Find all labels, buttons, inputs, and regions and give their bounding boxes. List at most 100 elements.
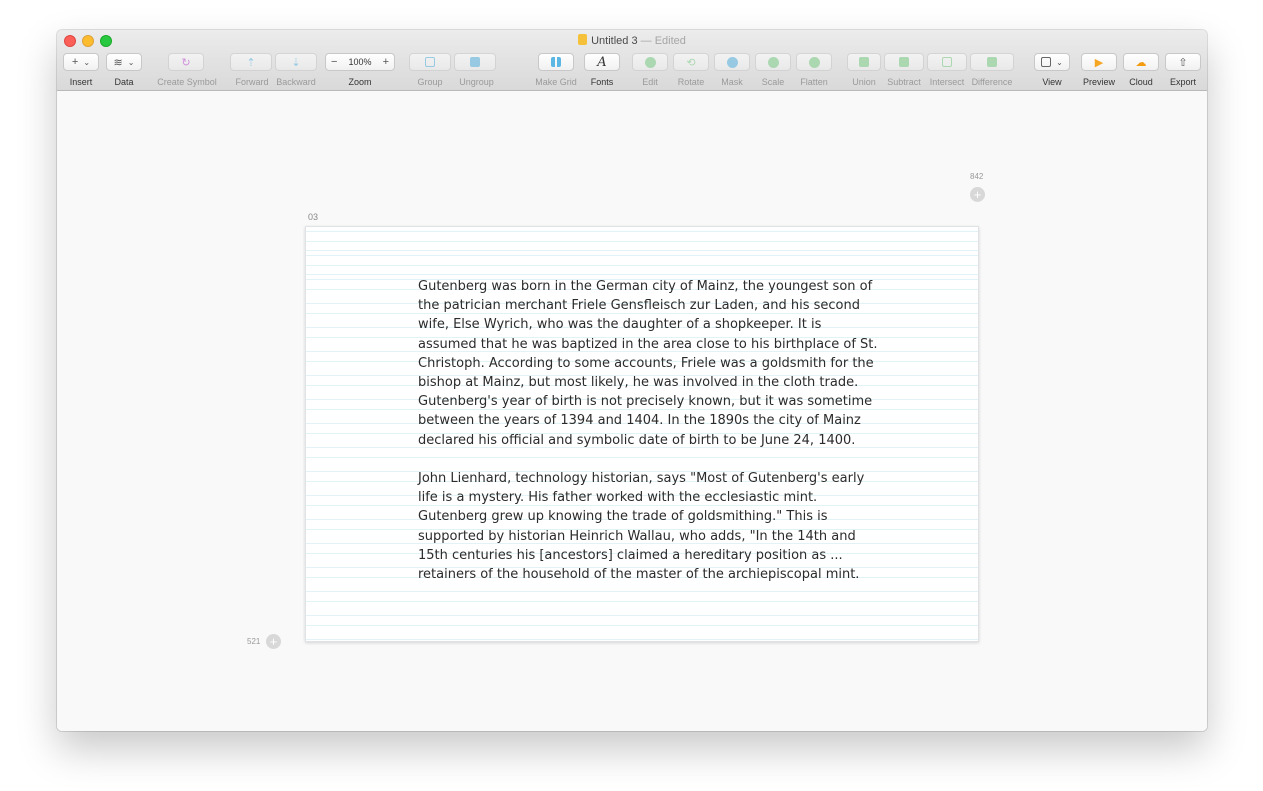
- backward-button[interactable]: ⇣: [275, 53, 317, 71]
- create-symbol-tool: ↻ Create Symbol: [155, 53, 219, 89]
- make-grid-tool: Make Grid: [533, 53, 579, 89]
- backward-label: Backward: [276, 77, 316, 87]
- sidebar-icon: [1041, 57, 1052, 67]
- group-tools: Group Ungroup: [409, 53, 499, 89]
- fonts-tool: A Fonts: [584, 53, 620, 89]
- artboard-name[interactable]: 03: [308, 212, 318, 222]
- intersect-label: Intersect: [929, 77, 965, 87]
- preview-label: Preview: [1082, 77, 1115, 87]
- difference-button[interactable]: [970, 53, 1014, 71]
- view-button[interactable]: ⌄: [1034, 53, 1070, 71]
- chevron-down-icon: ⌄: [1056, 57, 1063, 67]
- path-tools: ⟲ Edit Rotate Mask Scale Flatten: [632, 53, 837, 89]
- ruler-left-value: 521: [247, 637, 261, 646]
- document-name: Untitled 3: [591, 35, 638, 47]
- subtract-label: Subtract: [887, 77, 921, 87]
- data-tool: ≋ ⌄ Data: [106, 53, 142, 89]
- insert-tool: + ⌄ Insert: [63, 53, 99, 89]
- insert-label: Insert: [69, 77, 93, 87]
- titlebar: Untitled 3 — Edited + ⌄ Insert ≋ ⌄ Data ↻ …: [57, 30, 1207, 91]
- mask-button[interactable]: [714, 53, 750, 71]
- fonts-label: Fonts: [590, 77, 614, 87]
- flatten-label: Flatten: [800, 77, 828, 87]
- chevron-down-icon: ⌄: [127, 57, 135, 67]
- cloud-label: Cloud: [1129, 77, 1153, 87]
- mask-label: Mask: [721, 77, 743, 87]
- zoom-value: 100%: [348, 57, 372, 67]
- export-label: Export: [1169, 77, 1196, 87]
- union-label: Union: [852, 77, 876, 87]
- flatten-button[interactable]: [796, 53, 832, 71]
- boolean-tools: Union Subtract Intersect Difference: [847, 53, 1022, 89]
- share-tools: ▶ ☁ ⇧ Preview Cloud Export: [1081, 53, 1203, 89]
- intersect-icon: [942, 57, 952, 67]
- document-icon: [578, 34, 588, 45]
- cloud-button[interactable]: ☁: [1123, 53, 1159, 71]
- forward-label: Forward: [235, 77, 269, 87]
- intersect-button[interactable]: [927, 53, 967, 71]
- rotate-icon: ⟲: [686, 56, 696, 69]
- symbol-icon: ↻: [181, 56, 191, 69]
- forward-button[interactable]: ⇡: [230, 53, 272, 71]
- view-tool: ⌄ View: [1034, 53, 1070, 89]
- subtract-icon: [899, 57, 909, 67]
- zoom-in-button[interactable]: +: [383, 56, 389, 68]
- preview-button[interactable]: ▶: [1081, 53, 1117, 71]
- paragraph[interactable]: Gutenberg was born in the German city of…: [418, 277, 878, 450]
- flatten-icon: [808, 56, 820, 68]
- subtract-button[interactable]: [884, 53, 924, 71]
- group-label: Group: [417, 77, 443, 87]
- difference-label: Difference: [971, 77, 1013, 87]
- scale-icon: [767, 56, 779, 68]
- paragraph[interactable]: John Lienhard, technology historian, say…: [418, 469, 878, 584]
- create-symbol-label: Create Symbol: [157, 77, 217, 87]
- canvas[interactable]: 842 + 03 Gutenberg was born in the Germa…: [57, 92, 1207, 731]
- make-grid-label: Make Grid: [535, 77, 577, 87]
- edit-label: Edit: [642, 77, 658, 87]
- layers-icon: ≋: [113, 56, 123, 69]
- union-icon: [859, 57, 869, 67]
- data-label: Data: [114, 77, 134, 87]
- create-symbol-button[interactable]: ↻: [168, 53, 204, 71]
- forward-icon: ⇡: [246, 56, 256, 69]
- scale-button[interactable]: [755, 53, 791, 71]
- backward-icon: ⇣: [291, 56, 301, 69]
- share-icon: ⇧: [1178, 56, 1188, 69]
- make-grid-button[interactable]: [538, 53, 574, 71]
- add-guide-icon[interactable]: +: [266, 634, 281, 649]
- zoom-label: Zoom: [348, 77, 372, 87]
- zoom-out-button[interactable]: −: [331, 56, 337, 68]
- export-button[interactable]: ⇧: [1165, 53, 1201, 71]
- cloud-icon: ☁: [1135, 56, 1147, 69]
- fonts-button[interactable]: A: [584, 53, 620, 71]
- add-guide-icon[interactable]: +: [970, 187, 985, 202]
- zoom-tool: − 100% + Zoom: [325, 53, 395, 89]
- group-icon: [425, 57, 435, 67]
- group-button[interactable]: [409, 53, 451, 71]
- difference-icon: [987, 57, 997, 67]
- ungroup-icon: [470, 57, 480, 67]
- view-label: View: [1042, 77, 1062, 87]
- play-icon: ▶: [1094, 56, 1104, 69]
- text-layer[interactable]: Gutenberg was born in the German city of…: [418, 277, 878, 603]
- artboard[interactable]: Gutenberg was born in the German city of…: [305, 226, 979, 642]
- zoom-control: − 100% +: [325, 53, 395, 71]
- chevron-down-icon: ⌄: [83, 57, 91, 67]
- scale-label: Scale: [761, 77, 785, 87]
- title-separator: —: [640, 35, 652, 47]
- edit-button[interactable]: [632, 53, 668, 71]
- font-icon: A: [597, 54, 607, 70]
- plus-icon: +: [71, 56, 79, 68]
- rotate-button[interactable]: ⟲: [673, 53, 709, 71]
- mask-icon: [726, 56, 738, 68]
- edit-icon: [644, 56, 656, 68]
- edited-status: Edited: [654, 35, 686, 47]
- data-button[interactable]: ≋ ⌄: [106, 53, 142, 71]
- rotate-label: Rotate: [677, 77, 705, 87]
- union-button[interactable]: [847, 53, 881, 71]
- insert-button[interactable]: + ⌄: [63, 53, 99, 71]
- grid-icon: [551, 57, 561, 67]
- window-title: Untitled 3 — Edited: [57, 33, 1207, 49]
- app-window: Untitled 3 — Edited + ⌄ Insert ≋ ⌄ Data ↻ …: [57, 30, 1207, 731]
- ungroup-button[interactable]: [454, 53, 496, 71]
